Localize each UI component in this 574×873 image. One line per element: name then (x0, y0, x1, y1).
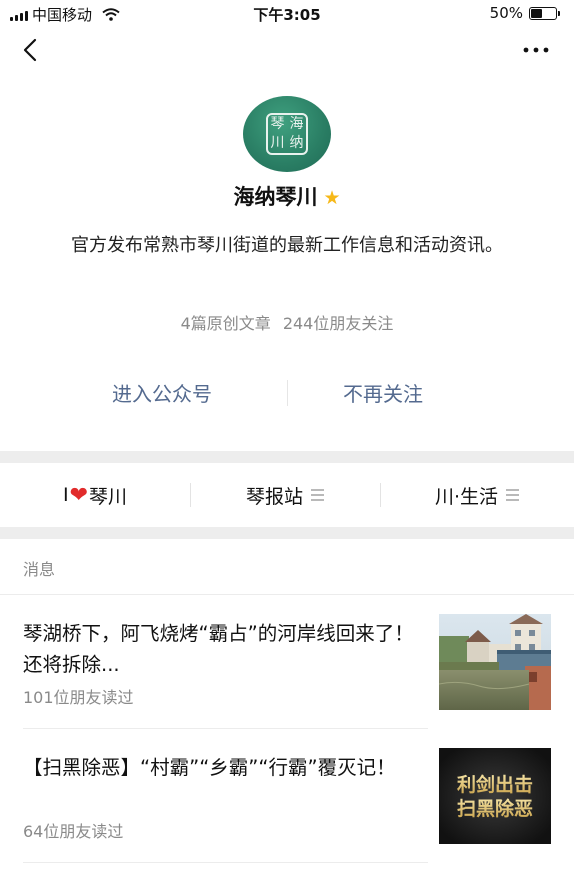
heart-icon: ❤ (69, 482, 89, 508)
custom-menu-bar: I ❤ 琴川 琴报站 川·生活 (0, 463, 574, 527)
account-avatar[interactable]: 琴 海 川 纳 (243, 96, 331, 172)
battery-icon (529, 6, 557, 20)
chevron-left-icon[interactable] (18, 36, 46, 64)
article-read-count: 101位朋友读过 (23, 688, 134, 707)
article-divider (23, 862, 428, 863)
thumbnail-text: 扫黑除恶 (457, 797, 533, 820)
messages-section-label: 消息 (23, 560, 56, 579)
submenu-icon (506, 486, 520, 504)
menu-item-qinbaozhan[interactable]: 琴报站 (190, 463, 380, 527)
account-name-text: 海纳琴川 (233, 185, 318, 209)
enter-account-button[interactable]: 进入公众号 (112, 378, 212, 407)
star-icon: ★ (323, 187, 341, 209)
clock: 下午3:05 (253, 6, 321, 24)
article-read-count: 64位朋友读过 (23, 822, 124, 841)
section-divider (0, 594, 574, 595)
article-title[interactable]: 【扫黑除恶】“村霸”“乡霸”“行霸”覆灭记！ (23, 752, 418, 783)
status-bar: 中国移动 下午3:05 50% (0, 0, 574, 26)
menu-item-prefix: I (62, 484, 69, 506)
article-divider (23, 728, 428, 729)
unfollow-button[interactable]: 不再关注 (343, 378, 423, 407)
account-stats: 4篇原创文章 244位朋友关注 (0, 310, 574, 334)
followers-count: 244位朋友关注 (282, 314, 394, 333)
more-dots-icon[interactable] (520, 38, 552, 62)
submenu-icon (311, 486, 324, 504)
actions-divider (287, 380, 288, 406)
avatar-char: 琴 (270, 116, 285, 132)
menu-item-i-love-qinchuan[interactable]: I ❤ 琴川 (0, 463, 190, 527)
menu-item-chuan-life[interactable]: 川·生活 (380, 463, 574, 527)
section-gap (0, 527, 574, 539)
menu-item-label: 琴报站 (245, 485, 303, 508)
avatar-char: 海 (289, 116, 304, 132)
avatar-char: 纳 (289, 135, 304, 151)
battery-percent: 50% (489, 4, 523, 22)
article-title[interactable]: 琴湖桥下，阿飞烧烤“霸占”的河岸线回来了！还将拆除... (23, 618, 418, 680)
avatar-char: 川 (270, 135, 285, 151)
status-right: 50% (490, 4, 560, 22)
thumbnail-text: 利剑出击 (457, 773, 533, 796)
menu-item-label: 琴川 (89, 485, 128, 508)
original-articles-count: 4篇原创文章 (180, 314, 271, 333)
article-thumbnail[interactable] (439, 614, 551, 710)
avatar-logo: 琴 海 川 纳 (266, 113, 308, 155)
battery-cap (558, 10, 560, 16)
account-name: 海纳琴川 ★ (0, 181, 574, 211)
section-gap (0, 451, 574, 463)
account-description: 官方发布常熟市琴川街道的最新工作信息和活动资讯。 (71, 235, 503, 256)
menu-item-label: 川·生活 (434, 485, 499, 508)
profile-actions: 进入公众号 不再关注 (0, 378, 574, 408)
article-thumbnail[interactable]: 利剑出击 扫黑除恶 (439, 748, 551, 844)
